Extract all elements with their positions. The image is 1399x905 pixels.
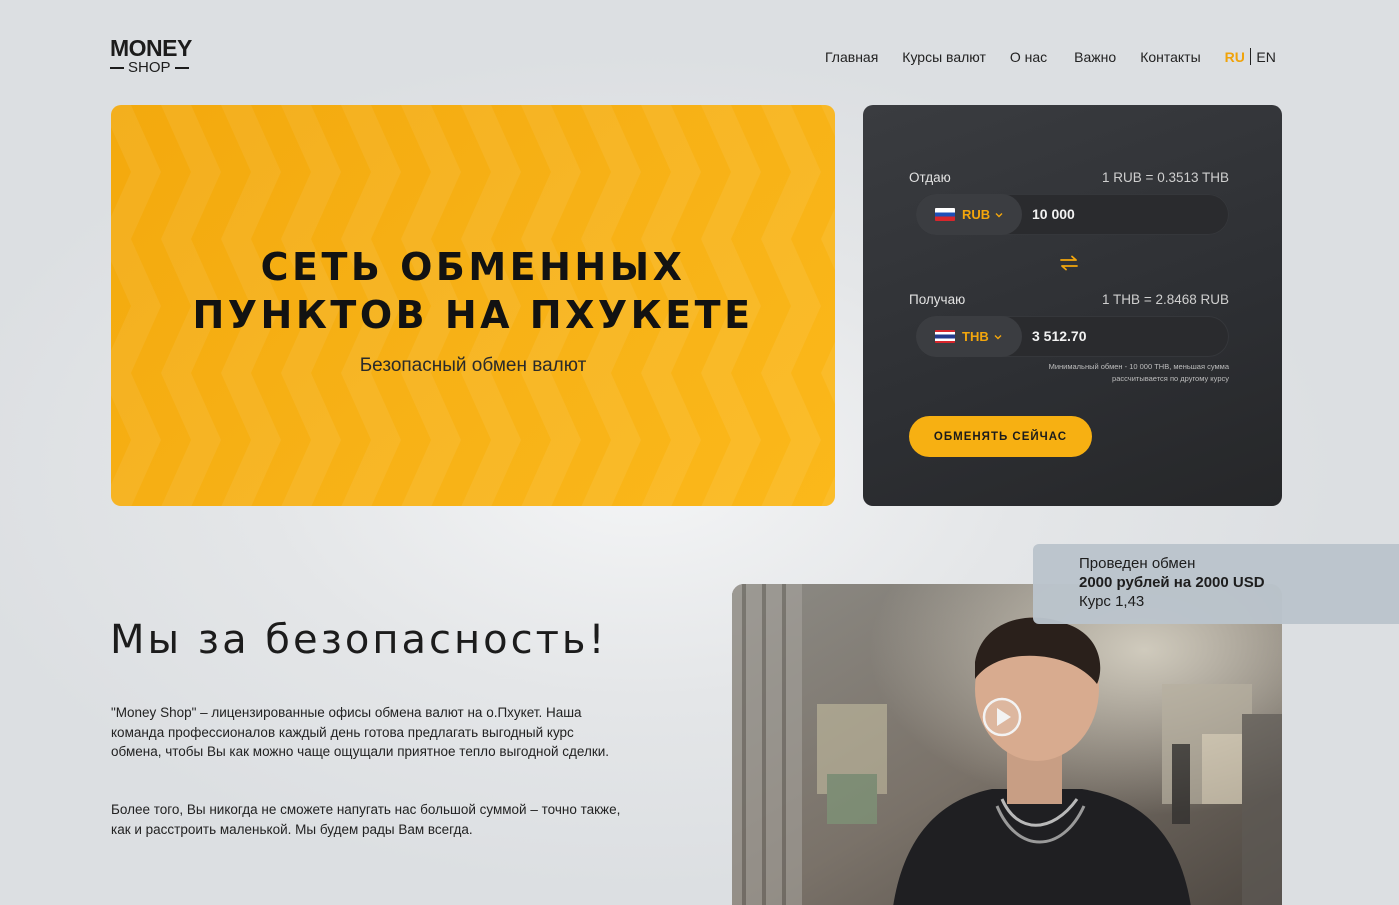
receive-label: Получаю xyxy=(909,292,966,307)
chevron-shape xyxy=(401,105,461,239)
receive-rate: 1 THB = 2.8468 RUB xyxy=(1102,292,1229,307)
chevron-shape xyxy=(821,105,835,239)
notification-title: Проведен обмен xyxy=(1079,555,1196,572)
chevron-shape xyxy=(521,105,581,239)
hero-title-line1: СЕТЬ ОБМЕННЫХ xyxy=(260,245,686,289)
receive-currency-select[interactable]: THB xyxy=(916,316,1022,357)
main-nav: Главная Курсы валют О нас Важно Контакты… xyxy=(825,48,1276,65)
exchange-calculator: Отдаю 1 RUB = 0.3513 THB RUB Получаю 1 T… xyxy=(863,105,1282,506)
give-field: RUB xyxy=(916,194,1229,235)
nav-item-about[interactable]: О нас xyxy=(1010,49,1047,65)
chevron-shape xyxy=(461,373,521,506)
video-player[interactable] xyxy=(732,584,1282,905)
note-line1: Минимальный обмен - 10 000 THB, меньшая … xyxy=(1048,362,1229,371)
chevron-shape xyxy=(641,373,701,506)
logo-top-text: MONEY xyxy=(110,35,192,61)
chevron-shape xyxy=(641,105,701,239)
receive-currency-code: THB xyxy=(962,329,989,344)
notification-rate: Курс 1,43 xyxy=(1079,593,1145,610)
hero-banner: СЕТЬ ОБМЕННЫХ ПУНКТОВ НА ПХУКЕТЕ Безопас… xyxy=(111,105,835,506)
chevron-shape xyxy=(761,373,821,506)
chevron-down-icon xyxy=(995,212,1003,217)
video-thumbnail xyxy=(732,584,1282,905)
chevron-shape xyxy=(521,373,581,506)
hero-title-line2: ПУНКТОВ НА ПХУКЕТЕ xyxy=(192,293,754,337)
chevron-down-icon xyxy=(994,334,1002,339)
give-currency-code: RUB xyxy=(962,207,991,222)
thailand-flag-icon xyxy=(935,330,955,343)
note-line2: рассчитывается по другому курсу xyxy=(1112,374,1229,383)
logo-bottom-text: SHOP xyxy=(128,59,171,76)
language-switcher: RU EN xyxy=(1225,48,1276,65)
exchange-notification: Проведен обмен 2000 рублей на 2000 USD К… xyxy=(1033,544,1399,624)
logo-dash-left xyxy=(110,67,124,69)
exchange-now-button[interactable]: ОБМЕНЯТЬ СЕЙЧАС xyxy=(909,416,1092,457)
chevron-shape xyxy=(221,373,281,506)
receive-field: THB xyxy=(916,316,1229,357)
chevron-shape xyxy=(341,105,401,239)
chevron-shape xyxy=(111,373,161,506)
chevron-shape xyxy=(111,105,161,239)
chevron-shape xyxy=(341,373,401,506)
nav-item-important[interactable]: Важно xyxy=(1074,49,1116,65)
lang-divider xyxy=(1249,48,1252,65)
chevron-shape xyxy=(581,373,641,506)
give-currency-select[interactable]: RUB xyxy=(916,194,1022,235)
chevron-shape xyxy=(821,373,835,506)
chevron-shape xyxy=(161,105,221,239)
give-label: Отдаю xyxy=(909,170,951,185)
chevron-shape xyxy=(221,105,281,239)
nav-item-rates[interactable]: Курсы валют xyxy=(902,49,986,65)
give-amount-input[interactable] xyxy=(1032,194,1212,235)
swap-arrows-icon[interactable] xyxy=(1058,255,1080,271)
logo-bottom: SHOP xyxy=(110,60,196,76)
security-paragraph-1: "Money Shop" – лицензированные офисы обм… xyxy=(111,705,610,759)
chevron-shape xyxy=(281,105,341,239)
nav-item-home[interactable]: Главная xyxy=(825,49,878,65)
chevron-shape xyxy=(701,105,761,239)
nav-item-contacts[interactable]: Контакты xyxy=(1140,49,1200,65)
notification-amount: 2000 рублей на 2000 USD xyxy=(1079,574,1265,591)
chevron-shape xyxy=(461,105,521,239)
chevron-shape xyxy=(281,373,341,506)
receive-amount-input[interactable] xyxy=(1032,316,1212,357)
logo-dash-right xyxy=(174,67,189,69)
chevron-shape xyxy=(401,373,461,506)
chevron-shape xyxy=(701,373,761,506)
russia-flag-icon xyxy=(935,208,955,221)
chevron-shape xyxy=(161,373,221,506)
lang-en-link[interactable]: EN xyxy=(1256,49,1275,65)
minimum-exchange-note: Минимальный обмен - 10 000 THB, меньшая … xyxy=(1009,361,1229,385)
hero-title: СЕТЬ ОБМЕННЫХ ПУНКТОВ НА ПХУКЕТЕ xyxy=(111,243,835,339)
logo[interactable]: MONEY SHOP xyxy=(110,36,196,76)
play-icon[interactable] xyxy=(982,697,1022,737)
security-heading: Мы за безопасность! xyxy=(110,617,608,663)
chevron-shape xyxy=(581,105,641,239)
lang-ru-link[interactable]: RU xyxy=(1225,49,1245,65)
chevron-shape xyxy=(761,105,821,239)
hero-subtitle: Безопасный обмен валют xyxy=(359,355,587,376)
give-rate: 1 RUB = 0.3513 THB xyxy=(1102,170,1229,185)
security-paragraph-2: Более того, Вы никогда не сможете напуга… xyxy=(111,802,621,837)
